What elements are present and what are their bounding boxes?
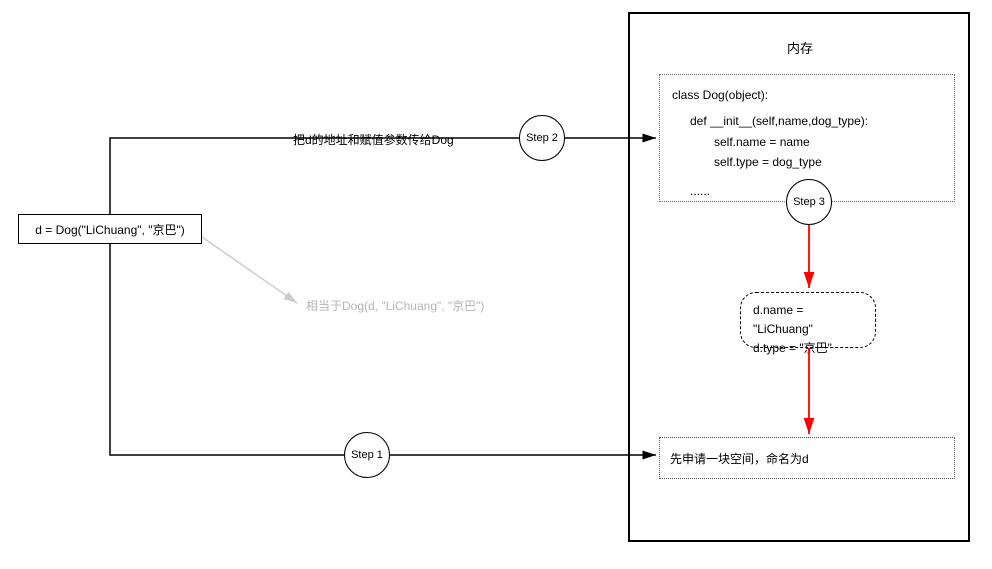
code-line: def __init__(self,name,dog_type): <box>672 111 942 131</box>
edge-label-to-dog: 把d的地址和赋值参数传给Dog <box>290 131 457 148</box>
instance-assignment-box: d.name = "LiChuang" d.type = "京巴" <box>740 292 876 348</box>
code-line: class Dog(object): <box>672 85 942 105</box>
arrow-d-to-step1 <box>110 244 344 455</box>
assign-line: d.name = "LiChuang" <box>753 301 863 339</box>
assign-line: d.type = "京巴" <box>753 339 863 358</box>
alloc-space-box: 先申请一块空间，命名为d <box>659 437 955 479</box>
step-2-circle: Step 2 <box>519 115 565 161</box>
step-1-circle: Step 1 <box>344 432 390 478</box>
arrow-equivalent-faded <box>202 237 297 303</box>
edge-label-equivalent: 相当于Dog(d, "LiChuang", "京巴") <box>303 297 487 314</box>
arrow-d-to-step2 <box>110 138 519 214</box>
memory-title: 内存 <box>780 38 820 57</box>
code-text: d = Dog("LiChuang", "京巴") <box>35 221 184 238</box>
step-3-circle: Step 3 <box>786 179 832 225</box>
alloc-text: 先申请一块空间，命名为d <box>670 450 809 467</box>
code-line: self.type = dog_type <box>672 152 942 172</box>
code-box-d-assignment: d = Dog("LiChuang", "京巴") <box>18 214 202 244</box>
code-line: self.name = name <box>672 132 942 152</box>
